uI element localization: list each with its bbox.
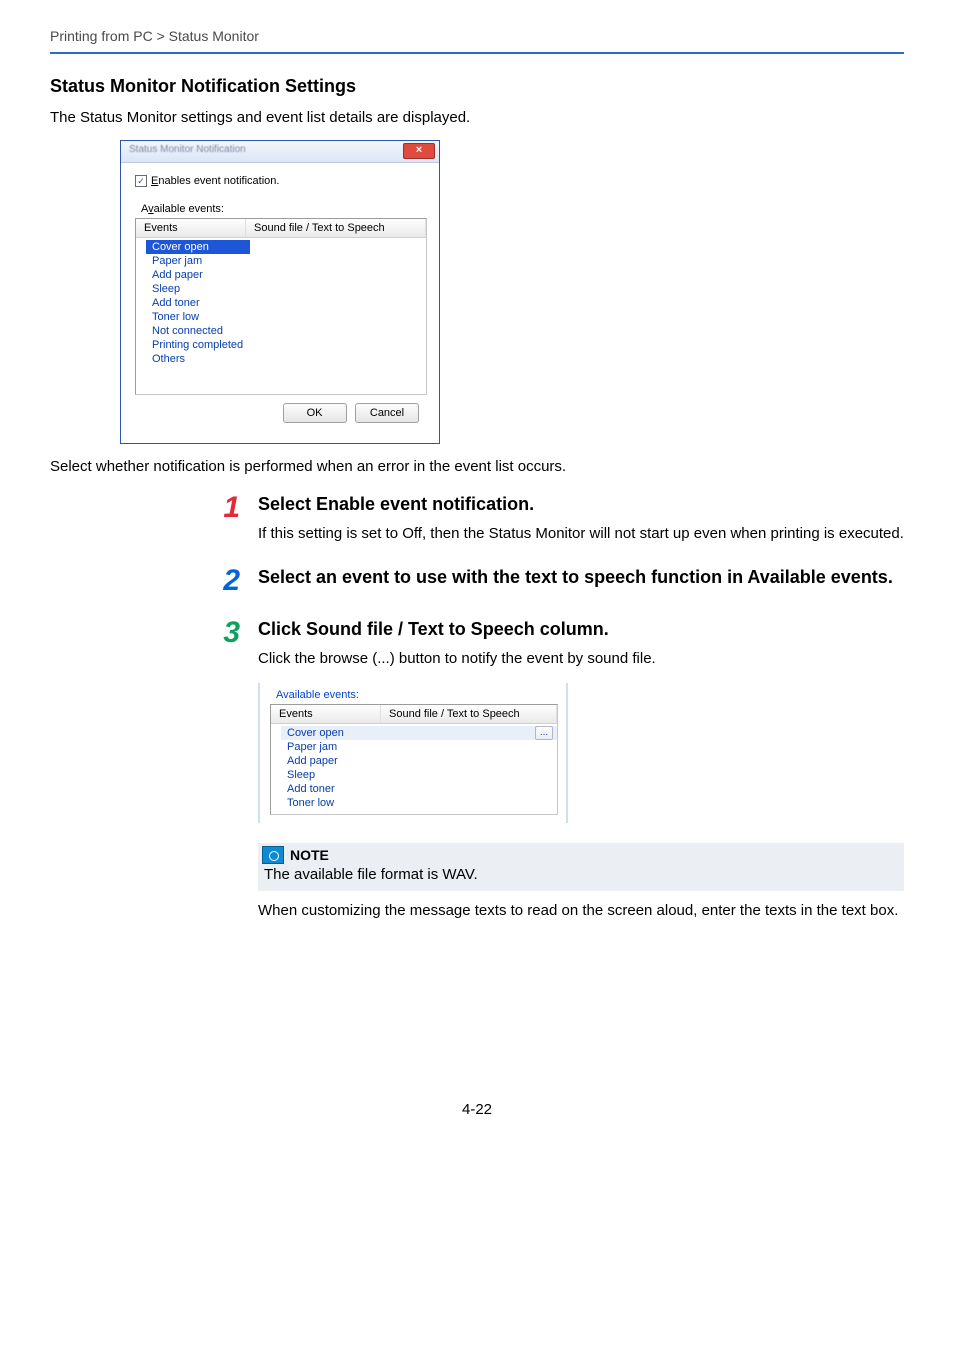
step-number: 1 [210,493,240,544]
step-title: Select an event to use with the text to … [258,566,904,589]
note-box: NOTE The available file format is WAV. [258,843,904,891]
intro-text: The Status Monitor settings and event li… [50,109,904,126]
list-item[interactable]: Cover open ... [281,726,557,740]
events-grid: Events Sound file / Text to Speech Cover… [270,704,558,815]
checkbox-icon[interactable]: ✓ [135,175,147,187]
cancel-button[interactable]: Cancel [355,403,419,423]
events-fragment: Available events: Events Sound file / Te… [258,683,568,823]
list-item[interactable]: Toner low [271,796,557,810]
list-item[interactable]: Toner low [136,310,426,324]
list-item-label: Cover open [287,727,344,739]
step-3: 3 Click Sound file / Text to Speech colu… [210,618,904,921]
after-dialog-text: Select whether notification is performed… [50,458,904,475]
list-item[interactable]: Paper jam [136,254,426,268]
ok-button[interactable]: OK [283,403,347,423]
note-icon [262,846,284,864]
dialog-illustration: Status Monitor Notification × ✓ Enables … [50,140,904,444]
list-item[interactable]: Cover open [146,240,250,254]
browse-button[interactable]: ... [535,726,553,740]
col-events[interactable]: Events [271,705,381,723]
step-text: If this setting is set to Off, then the … [258,524,904,544]
available-events-label: Available events: [276,689,556,701]
dialog-fragment: Available events: Events Sound file / Te… [258,683,904,823]
breadcrumb: Printing from PC > Status Monitor [50,28,904,52]
step-title: Select Enable event notification. [258,493,904,516]
divider [50,52,904,54]
available-events-label: Available events: [141,203,427,215]
col-sound[interactable]: Sound file / Text to Speech [381,705,557,723]
after-note-text: When customizing the message texts to re… [258,901,904,921]
list-item[interactable]: Add paper [136,268,426,282]
steps: 1 Select Enable event notification. If t… [50,493,904,921]
grid-header: Events Sound file / Text to Speech [271,705,557,724]
page: Printing from PC > Status Monitor Status… [0,0,954,1158]
dialog-buttons: OK Cancel [135,395,427,433]
list-item[interactable]: Add toner [136,296,426,310]
col-sound[interactable]: Sound file / Text to Speech [246,219,426,237]
list-item[interactable]: Others [136,352,426,366]
note-header: NOTE [258,843,904,866]
step-title: Click Sound file / Text to Speech column… [258,618,904,641]
dialog-title: Status Monitor Notification [129,144,246,155]
list-item[interactable]: Not connected [136,324,426,338]
list-item[interactable]: Add paper [271,754,557,768]
grid-header: Events Sound file / Text to Speech [136,219,426,238]
close-icon[interactable]: × [403,143,435,159]
col-events[interactable]: Events [136,219,246,237]
checkbox-label: Enables event notification. [151,175,279,187]
step-1: 1 Select Enable event notification. If t… [210,493,904,544]
events-grid: Events Sound file / Text to Speech Cover… [135,218,427,395]
step-number: 2 [210,566,240,597]
list-item[interactable]: Sleep [136,282,426,296]
grid-body: Cover open Paper jam Add paper Sleep Add… [136,238,426,394]
step-text: Click the browse (...) button to notify … [258,649,904,669]
step-2: 2 Select an event to use with the text t… [210,566,904,597]
list-item[interactable]: Sleep [271,768,557,782]
dialog-body: ✓ Enables event notification. Available … [121,163,439,443]
step-number: 3 [210,618,240,921]
notification-dialog: Status Monitor Notification × ✓ Enables … [120,140,440,444]
enable-notification-row[interactable]: ✓ Enables event notification. [135,175,427,187]
grid-body: Cover open ... Paper jam Add paper Sleep… [271,724,557,814]
page-number: 4-22 [50,1101,904,1118]
dialog-titlebar: Status Monitor Notification × [121,141,439,163]
note-text: The available file format is WAV. [258,866,904,883]
note-title: NOTE [290,847,329,863]
page-title: Status Monitor Notification Settings [50,76,904,97]
list-item[interactable]: Paper jam [271,740,557,754]
list-item[interactable]: Add toner [271,782,557,796]
list-item[interactable]: Printing completed [136,338,426,352]
